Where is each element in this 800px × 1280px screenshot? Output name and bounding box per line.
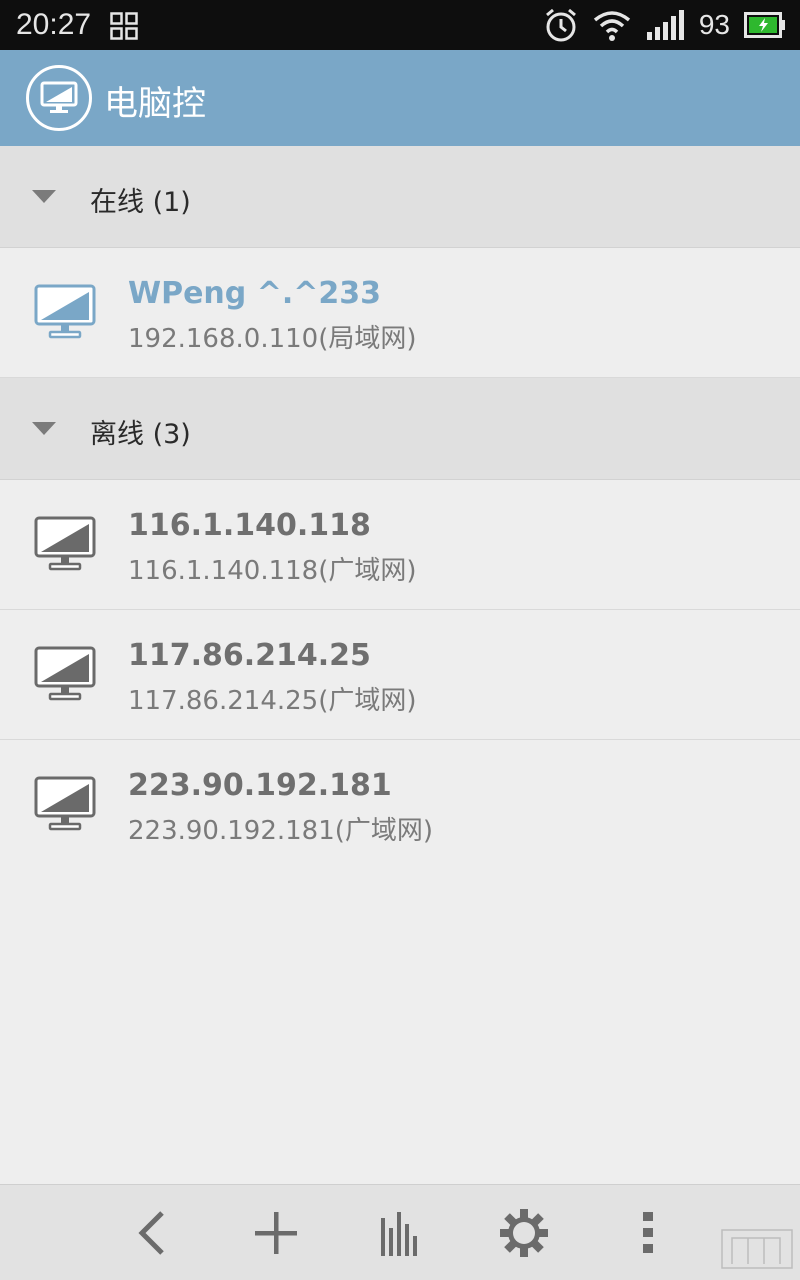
monitor-icon	[40, 81, 78, 113]
group-header-online[interactable]: 在线 (1)	[0, 146, 800, 248]
back-button[interactable]	[124, 1205, 180, 1261]
add-button[interactable]	[248, 1205, 304, 1261]
more-button[interactable]	[620, 1205, 676, 1261]
computer-address: 116.1.140.118(广域网)	[128, 556, 417, 586]
app-bar: 电脑控	[0, 50, 800, 146]
more-icon	[643, 1212, 653, 1253]
list-item[interactable]: 223.90.192.181 223.90.192.181(广域网)	[0, 740, 800, 870]
list-item[interactable]: 116.1.140.118 116.1.140.118(广域网)	[0, 480, 800, 610]
status-time: 20:27	[16, 8, 92, 41]
monitor-online-icon	[34, 284, 96, 339]
computer-name: 116.1.140.118	[128, 508, 371, 543]
app-logo[interactable]	[26, 65, 92, 131]
page-title: 电脑控	[104, 84, 206, 124]
alarm-icon	[545, 8, 576, 42]
computer-list: 在线 (1) WPeng ^.^233 192.168.0.110(局域网) 离…	[0, 146, 800, 870]
stats-button[interactable]	[372, 1205, 428, 1261]
add-icon	[255, 1212, 297, 1254]
monitor-offline-icon	[34, 516, 96, 571]
settings-button[interactable]	[496, 1205, 552, 1261]
monitor-offline-icon	[34, 646, 96, 701]
computer-address: 117.86.214.25(广域网)	[128, 686, 417, 716]
stats-icon	[381, 1212, 417, 1256]
bottom-toolbar	[0, 1184, 800, 1280]
battery-level: 93	[698, 9, 730, 40]
back-icon	[138, 1211, 164, 1255]
status-bar: 20:27 93	[0, 0, 800, 50]
computer-address: 192.168.0.110(局域网)	[128, 324, 417, 354]
grid-icon	[110, 12, 138, 40]
expand-arrow-icon	[32, 422, 56, 435]
settings-icon	[500, 1209, 548, 1257]
list-item[interactable]: WPeng ^.^233 192.168.0.110(局域网)	[0, 248, 800, 378]
group-label: 在线 (1)	[90, 187, 191, 218]
battery-icon	[744, 12, 785, 38]
monitor-offline-icon	[34, 776, 96, 831]
expand-arrow-icon	[32, 190, 56, 203]
computer-address: 223.90.192.181(广域网)	[128, 816, 434, 846]
group-label: 离线 (3)	[90, 419, 191, 450]
computer-name: WPeng ^.^233	[128, 276, 381, 311]
wifi-icon	[593, 11, 630, 41]
computer-name: 117.86.214.25	[128, 638, 371, 673]
signal-icon	[646, 10, 684, 40]
group-header-offline[interactable]: 离线 (3)	[0, 378, 800, 480]
watermark-logo	[721, 1229, 793, 1269]
computer-name: 223.90.192.181	[128, 768, 392, 803]
list-item[interactable]: 117.86.214.25 117.86.214.25(广域网)	[0, 610, 800, 740]
